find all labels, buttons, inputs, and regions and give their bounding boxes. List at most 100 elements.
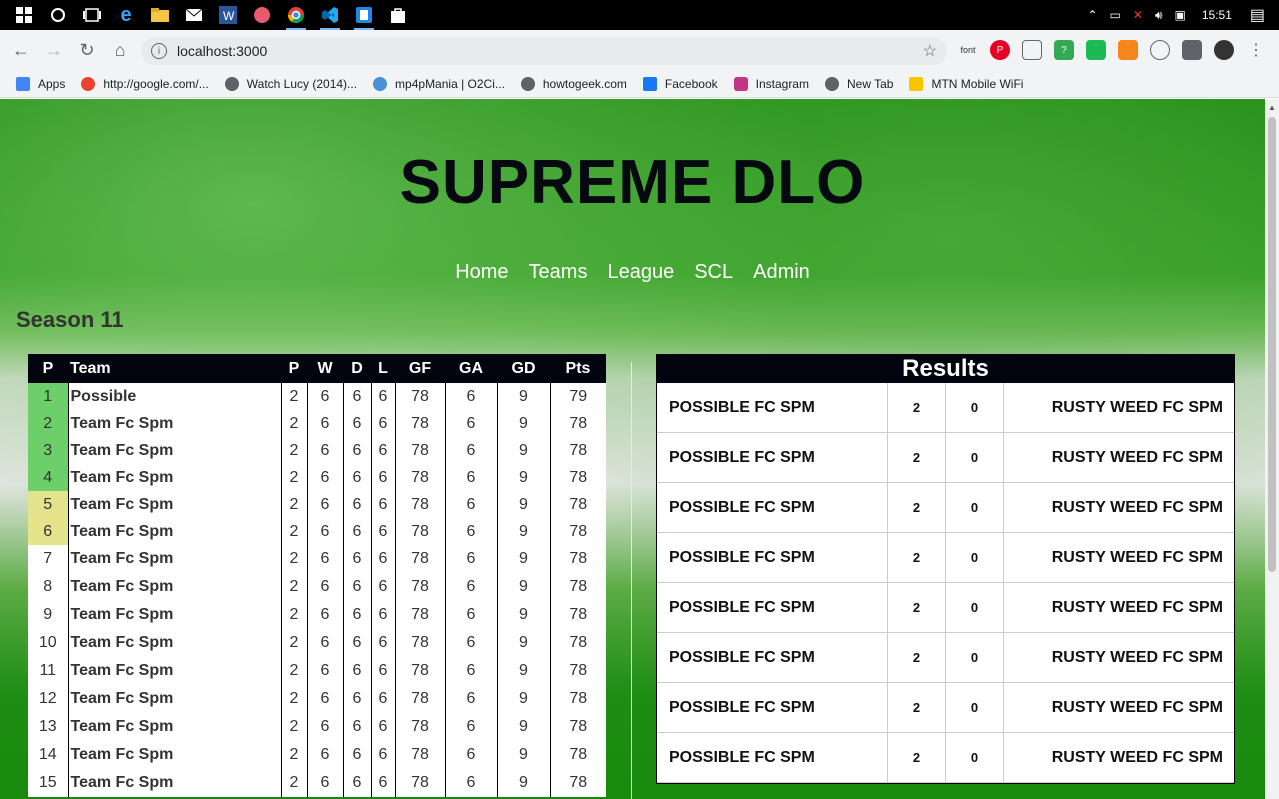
edge-icon[interactable]: e <box>116 4 136 26</box>
table-row[interactable]: 2 Team Fc Spm 2 6 6 6 78 6 9 78 <box>28 410 606 437</box>
page-scrollbar[interactable]: ▲ <box>1265 99 1279 799</box>
system-tray: ⌃ ▭ ✕ 🔊︎ ▣ 15:51 ▤ <box>1087 5 1279 25</box>
home-icon[interactable]: ⌂ <box>108 38 132 62</box>
flag-extension-icon[interactable] <box>1086 40 1106 60</box>
col-played[interactable]: P <box>281 354 307 383</box>
col-goal-difference[interactable]: GD <box>497 354 550 383</box>
result-row[interactable]: POSSIBLE FC SPM 2 0 RUSTY WEED FC SPM <box>657 583 1234 633</box>
app-icon[interactable] <box>354 5 374 30</box>
vscode-icon[interactable] <box>320 5 340 30</box>
nav-teams[interactable]: Teams <box>529 261 588 284</box>
table-row[interactable]: 4 Team Fc Spm 2 6 6 6 78 6 9 78 <box>28 464 606 491</box>
col-position[interactable]: P <box>28 354 68 383</box>
away-team: RUSTY WEED FC SPM <box>1051 548 1223 566</box>
clock[interactable]: 15:51 <box>1202 8 1232 22</box>
forward-arrow-icon[interactable]: → <box>42 38 66 62</box>
volume-icon[interactable]: 🔊︎ <box>1155 8 1163 23</box>
result-row[interactable]: POSSIBLE FC SPM 2 0 RUSTY WEED FC SPM <box>657 733 1234 783</box>
points-cell: 78 <box>549 741 606 769</box>
table-row[interactable]: 10 Team Fc Spm 2 6 6 6 78 6 9 78 <box>28 629 606 657</box>
menu-dots-icon[interactable]: ⋮ <box>1246 40 1266 60</box>
result-row[interactable]: POSSIBLE FC SPM 2 0 RUSTY WEED FC SPM <box>657 383 1234 433</box>
bookmark-instagram[interactable]: Instagram <box>733 76 809 91</box>
table-row[interactable]: 12 Team Fc Spm 2 6 6 6 78 6 9 78 <box>28 685 606 713</box>
puzzle-extension-icon[interactable] <box>1182 40 1202 60</box>
cortana-icon[interactable] <box>48 5 68 25</box>
bookmark-facebook[interactable]: Facebook <box>642 76 718 91</box>
address-bar[interactable]: i localhost:3000 ☆ <box>141 37 947 65</box>
bookmark-google[interactable]: http://google.com/... <box>81 76 209 91</box>
scroll-up-icon[interactable]: ▲ <box>1268 103 1276 112</box>
network-icon[interactable]: ✕ <box>1133 8 1143 22</box>
avatar[interactable] <box>1214 40 1234 60</box>
task-view-icon[interactable] <box>82 5 102 25</box>
bookmark-watch-lucy[interactable]: Watch Lucy (2014)... <box>224 76 357 91</box>
col-lost[interactable]: L <box>371 354 395 383</box>
result-row[interactable]: POSSIBLE FC SPM 2 0 RUSTY WEED FC SPM <box>657 533 1234 583</box>
table-row[interactable]: 9 Team Fc Spm 2 6 6 6 78 6 9 78 <box>28 601 606 629</box>
points-cell: 78 <box>549 545 606 573</box>
url-text[interactable]: localhost:3000 <box>177 43 267 59</box>
chevron-up-icon[interactable]: ⌃ <box>1087 8 1097 22</box>
nav-admin[interactable]: Admin <box>753 261 810 284</box>
col-points[interactable]: Pts <box>550 354 606 383</box>
bookmark-mtn-wifi[interactable]: MTN Mobile WiFi <box>909 76 1023 91</box>
notification-icon[interactable]: ▤ <box>1250 5 1265 25</box>
col-goals-against[interactable]: GA <box>445 354 497 383</box>
table-row[interactable]: 14 Team Fc Spm 2 6 6 6 78 6 9 78 <box>28 741 606 769</box>
info-icon[interactable]: i <box>151 43 167 59</box>
metamask-extension-icon[interactable] <box>1118 40 1138 60</box>
col-won[interactable]: W <box>307 354 343 383</box>
table-row[interactable]: 15 Team Fc Spm 2 6 6 6 78 6 9 78 <box>28 769 606 797</box>
away-score: 0 <box>946 483 1004 532</box>
svg-text:W: W <box>223 9 235 23</box>
windows-start-icon[interactable] <box>14 5 34 25</box>
tray-app-icon[interactable]: ▣ <box>1175 8 1186 22</box>
bookmark-howtogeek[interactable]: howtogeek.com <box>520 76 627 91</box>
table-row[interactable]: 6 Team Fc Spm 2 6 6 6 78 6 9 78 <box>28 518 606 545</box>
col-drawn[interactable]: D <box>343 354 371 383</box>
result-row[interactable]: POSSIBLE FC SPM 2 0 RUSTY WEED FC SPM <box>657 633 1234 683</box>
table-row[interactable]: 5 Team Fc Spm 2 6 6 6 78 6 9 78 <box>28 491 606 518</box>
bookmarks-bar: Apps http://google.com/... Watch Lucy (2… <box>0 70 1279 98</box>
cast-extension-icon[interactable] <box>1022 40 1042 60</box>
table-row[interactable]: 13 Team Fc Spm 2 6 6 6 78 6 9 78 <box>28 713 606 741</box>
nav-league[interactable]: League <box>607 261 674 284</box>
away-score: 0 <box>946 533 1004 582</box>
file-explorer-icon[interactable] <box>150 5 170 25</box>
away-score: 0 <box>946 383 1004 432</box>
result-row[interactable]: POSSIBLE FC SPM 2 0 RUSTY WEED FC SPM <box>657 433 1234 483</box>
team-cell: Team Fc Spm <box>67 741 281 769</box>
table-row[interactable]: 1 Possible 2 6 6 6 78 6 9 79 <box>28 383 606 410</box>
nav-home[interactable]: Home <box>455 261 508 284</box>
store-icon[interactable] <box>388 5 408 25</box>
help-extension-icon[interactable]: ? <box>1054 40 1074 60</box>
nav-scl[interactable]: SCL <box>694 261 733 284</box>
back-arrow-icon[interactable]: ← <box>9 38 33 62</box>
table-row[interactable]: 8 Team Fc Spm 2 6 6 6 78 6 9 78 <box>28 573 606 601</box>
battery-icon[interactable]: ▭ <box>1110 8 1121 22</box>
reload-icon[interactable]: ↻ <box>75 38 99 62</box>
pinterest-extension-icon[interactable]: P <box>990 40 1010 60</box>
played-cell: 2 <box>280 713 307 741</box>
bookmark-star-icon[interactable]: ☆ <box>923 41 937 61</box>
bookmark-mp4pmania[interactable]: mp4pMania | O2Ci... <box>373 76 505 91</box>
table-row[interactable]: 7 Team Fc Spm 2 6 6 6 78 6 9 78 <box>28 545 606 573</box>
col-goals-for[interactable]: GF <box>395 354 445 383</box>
col-team[interactable]: Team <box>68 354 281 383</box>
table-row[interactable]: 3 Team Fc Spm 2 6 6 6 78 6 9 78 <box>28 437 606 464</box>
played-cell: 2 <box>280 410 307 437</box>
chrome-icon[interactable] <box>286 5 306 30</box>
table-row[interactable]: 11 Team Fc Spm 2 6 6 6 78 6 9 78 <box>28 657 606 685</box>
dev-extension-icon[interactable] <box>1150 40 1170 60</box>
result-row[interactable]: POSSIBLE FC SPM 2 0 RUSTY WEED FC SPM <box>657 483 1234 533</box>
mail-icon[interactable] <box>184 5 204 25</box>
pen-app-icon[interactable] <box>252 5 272 25</box>
scrollbar-thumb[interactable] <box>1268 117 1276 572</box>
lost-cell: 6 <box>370 601 395 629</box>
bookmark-apps[interactable]: Apps <box>16 76 65 91</box>
word-icon[interactable]: W <box>218 5 238 25</box>
bookmark-new-tab[interactable]: New Tab <box>824 76 893 91</box>
result-row[interactable]: POSSIBLE FC SPM 2 0 RUSTY WEED FC SPM <box>657 683 1234 733</box>
font-extension-icon[interactable]: font <box>958 40 978 60</box>
